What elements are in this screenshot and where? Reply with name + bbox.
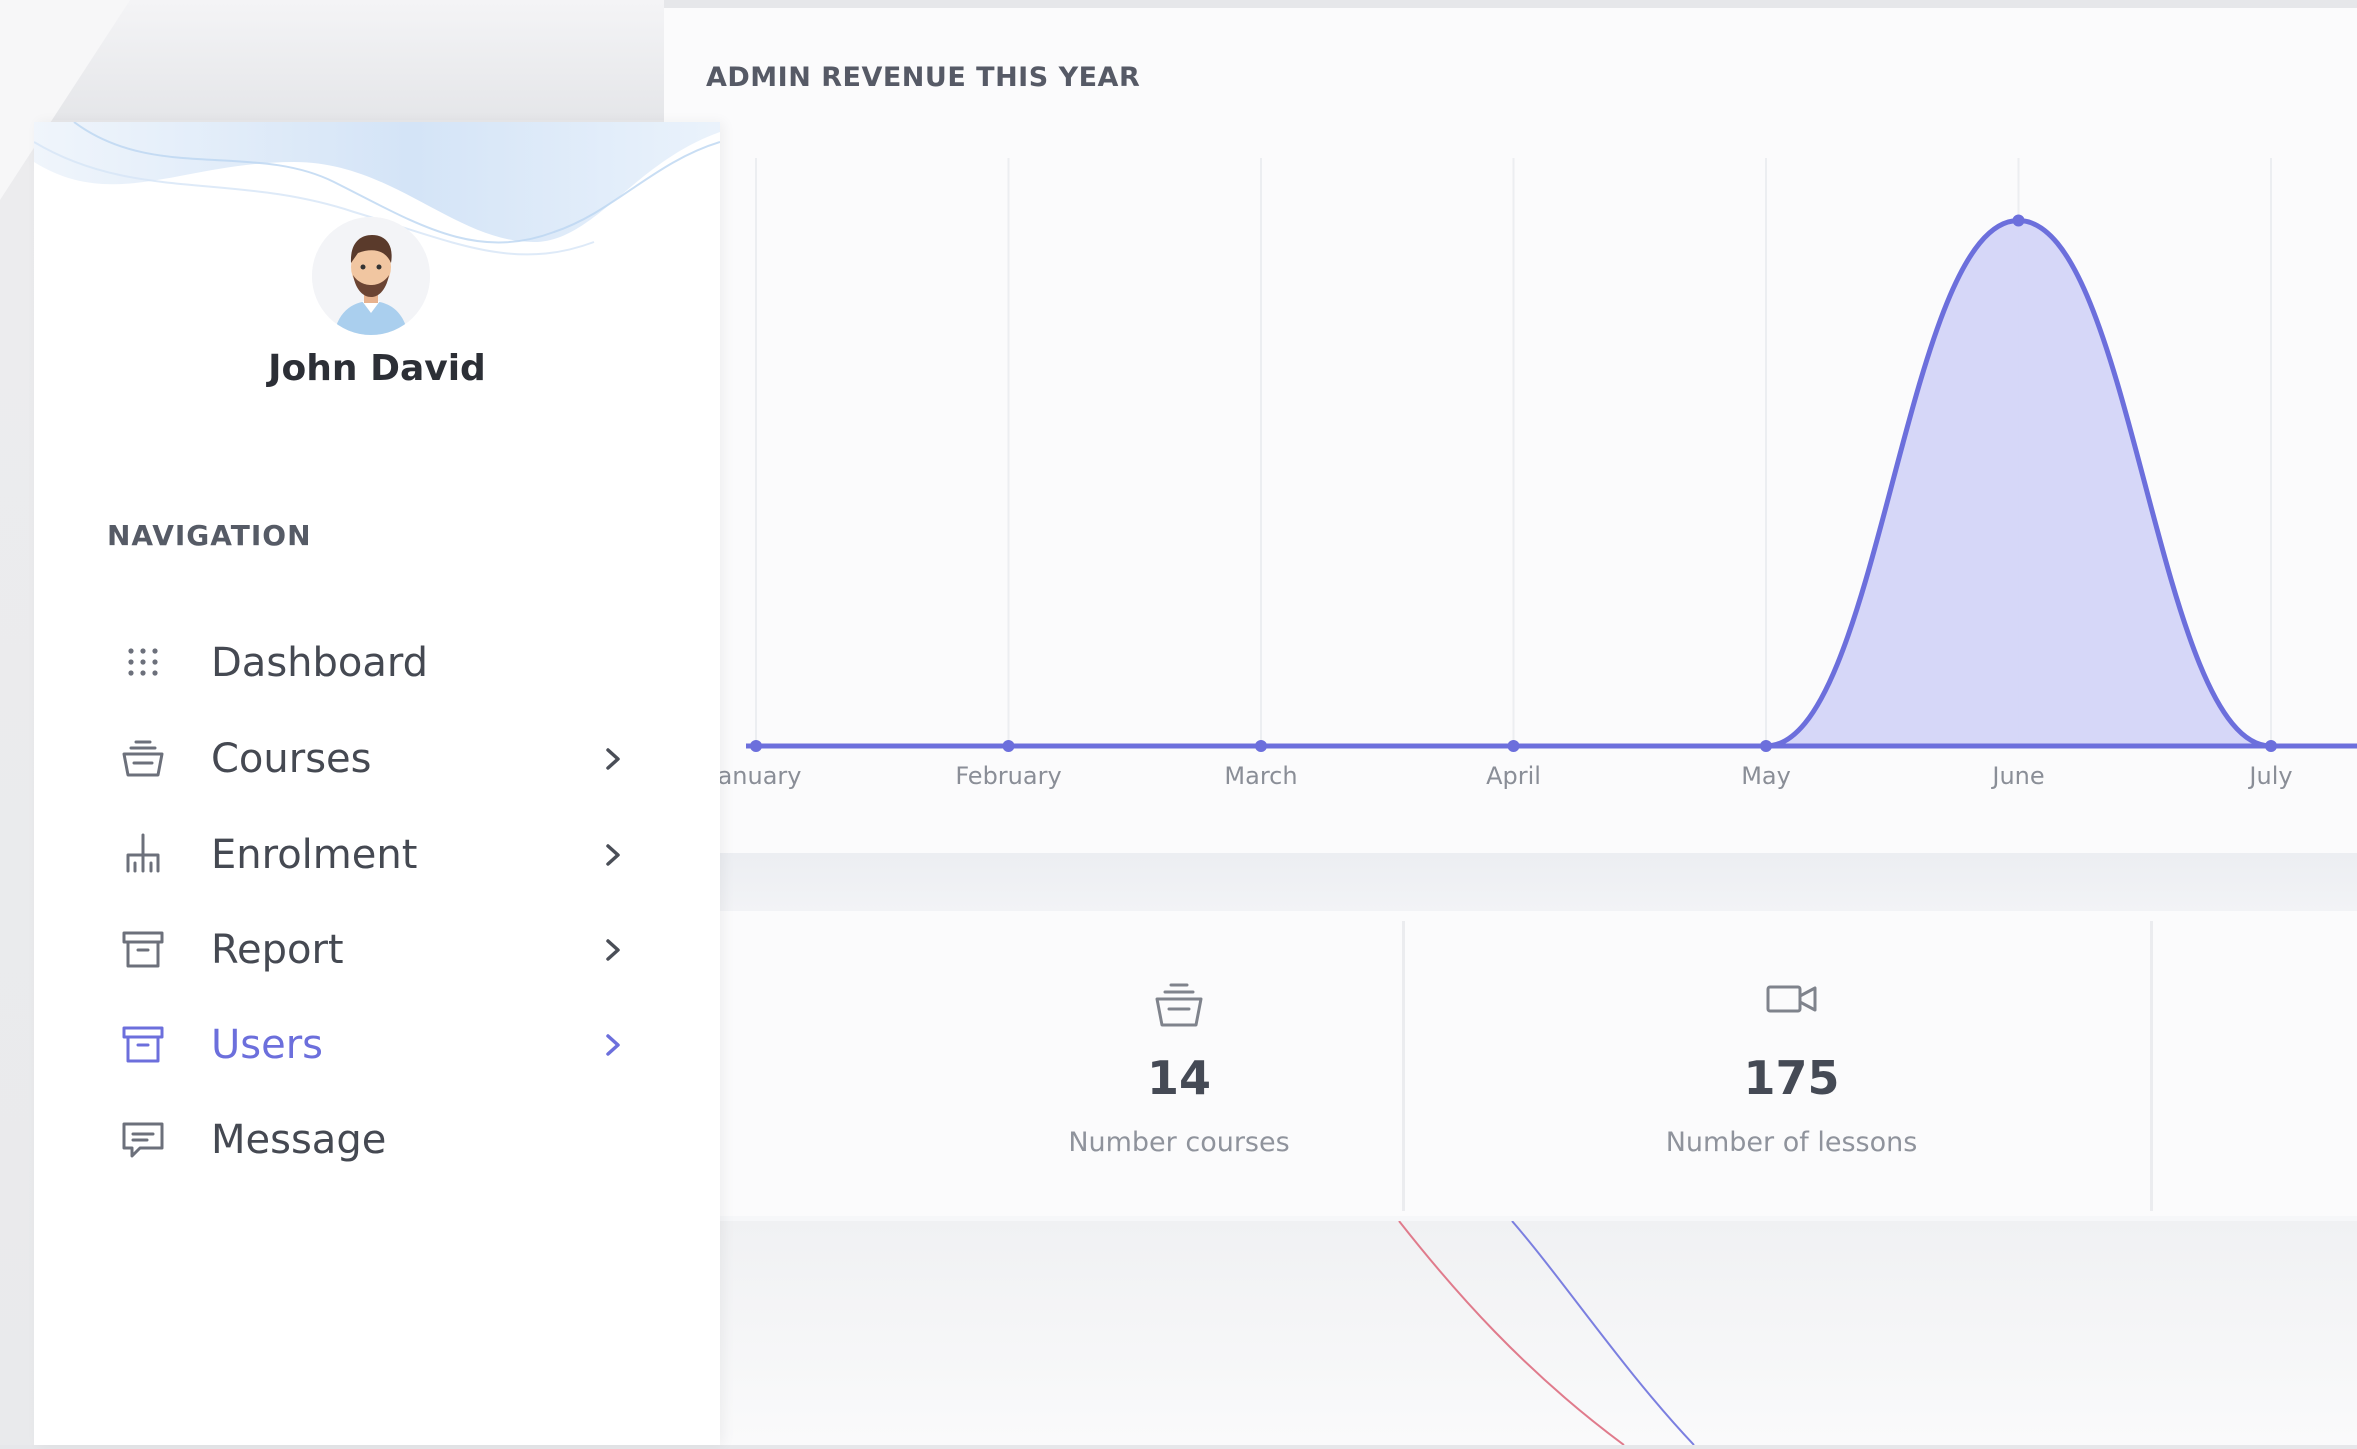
data-point — [1002, 740, 1015, 752]
stat-value: 14 — [1146, 1051, 1211, 1105]
sidebar-item-label: Enrolment — [211, 832, 418, 878]
chevron-right-icon[interactable] — [600, 933, 626, 967]
stat-value: 175 — [1743, 1051, 1840, 1105]
chevron-right-icon[interactable] — [600, 838, 626, 872]
stat-label: Number courses — [1068, 1127, 1290, 1158]
stat-card-lessons: 175 Number of lessons — [1424, 911, 2159, 1216]
archive-icon — [122, 931, 164, 968]
hierarchy-icon — [126, 833, 160, 873]
user-avatar-icon — [312, 217, 430, 335]
x-tick-label: May — [1741, 762, 1791, 790]
stat-label: Number of lessons — [1665, 1127, 1918, 1158]
basket-icon — [122, 740, 164, 777]
sidebar-item-dashboard[interactable]: Dashboard — [34, 608, 720, 718]
data-point — [1760, 740, 1772, 752]
main-content: ADMIN REVENUE THIS YEAR January February M… — [664, 8, 2357, 1446]
data-point — [1507, 740, 1520, 752]
data-point — [1255, 740, 1267, 752]
sidebar-item-label: Report — [211, 927, 344, 973]
sidebar-item-courses[interactable]: Courses — [34, 704, 720, 814]
x-tick-label: March — [1224, 762, 1297, 790]
message-icon — [122, 1122, 164, 1158]
navigation-heading: NAVIGATION — [107, 519, 312, 552]
data-point — [750, 740, 762, 752]
x-tick-label: July — [2247, 762, 2292, 790]
basket-icon — [1153, 981, 1205, 1033]
x-tick-label: January — [709, 762, 802, 790]
sidebar-item-users[interactable]: Users — [34, 990, 720, 1100]
sidebar: John David NAVIGATION Dashboard Courses — [34, 122, 720, 1445]
user-name: John David — [268, 348, 486, 389]
data-point — [2012, 214, 2025, 227]
revenue-chart: January February March April May June July — [709, 158, 2357, 790]
video-camera-icon — [1765, 981, 1819, 1021]
lower-chart-area — [664, 1220, 2357, 1446]
sidebar-item-enrolment[interactable]: Enrolment — [34, 800, 720, 910]
grid-dots-icon — [128, 648, 158, 676]
sidebar-item-label: Users — [211, 1022, 324, 1068]
x-tick-label: June — [1990, 762, 2044, 790]
archive-icon — [122, 1026, 164, 1063]
x-tick-label: February — [955, 762, 1061, 790]
x-tick-label: April — [1486, 762, 1541, 790]
revenue-chart-card: ADMIN REVENUE THIS YEAR January February M… — [664, 8, 2357, 853]
chevron-right-icon[interactable] — [600, 1028, 626, 1062]
sidebar-item-label: Courses — [211, 736, 372, 782]
lower-chart-lines — [1398, 1220, 1695, 1446]
avatar[interactable] — [312, 217, 430, 335]
stat-divider — [1402, 921, 1405, 1211]
sidebar-item-report[interactable]: Report — [34, 895, 720, 1005]
chevron-right-icon[interactable] — [600, 742, 626, 776]
section-divider — [664, 853, 2357, 911]
stats-row: 14 Number courses 175 Number of lessons — [664, 911, 2357, 1216]
stat-card-courses: 14 Number courses — [934, 911, 1424, 1216]
stat-divider — [2150, 921, 2153, 1211]
sidebar-item-label: Dashboard — [211, 640, 429, 686]
sidebar-item-label: Message — [211, 1117, 387, 1163]
sidebar-item-message[interactable]: Message — [34, 1085, 720, 1195]
data-point — [2265, 740, 2277, 752]
